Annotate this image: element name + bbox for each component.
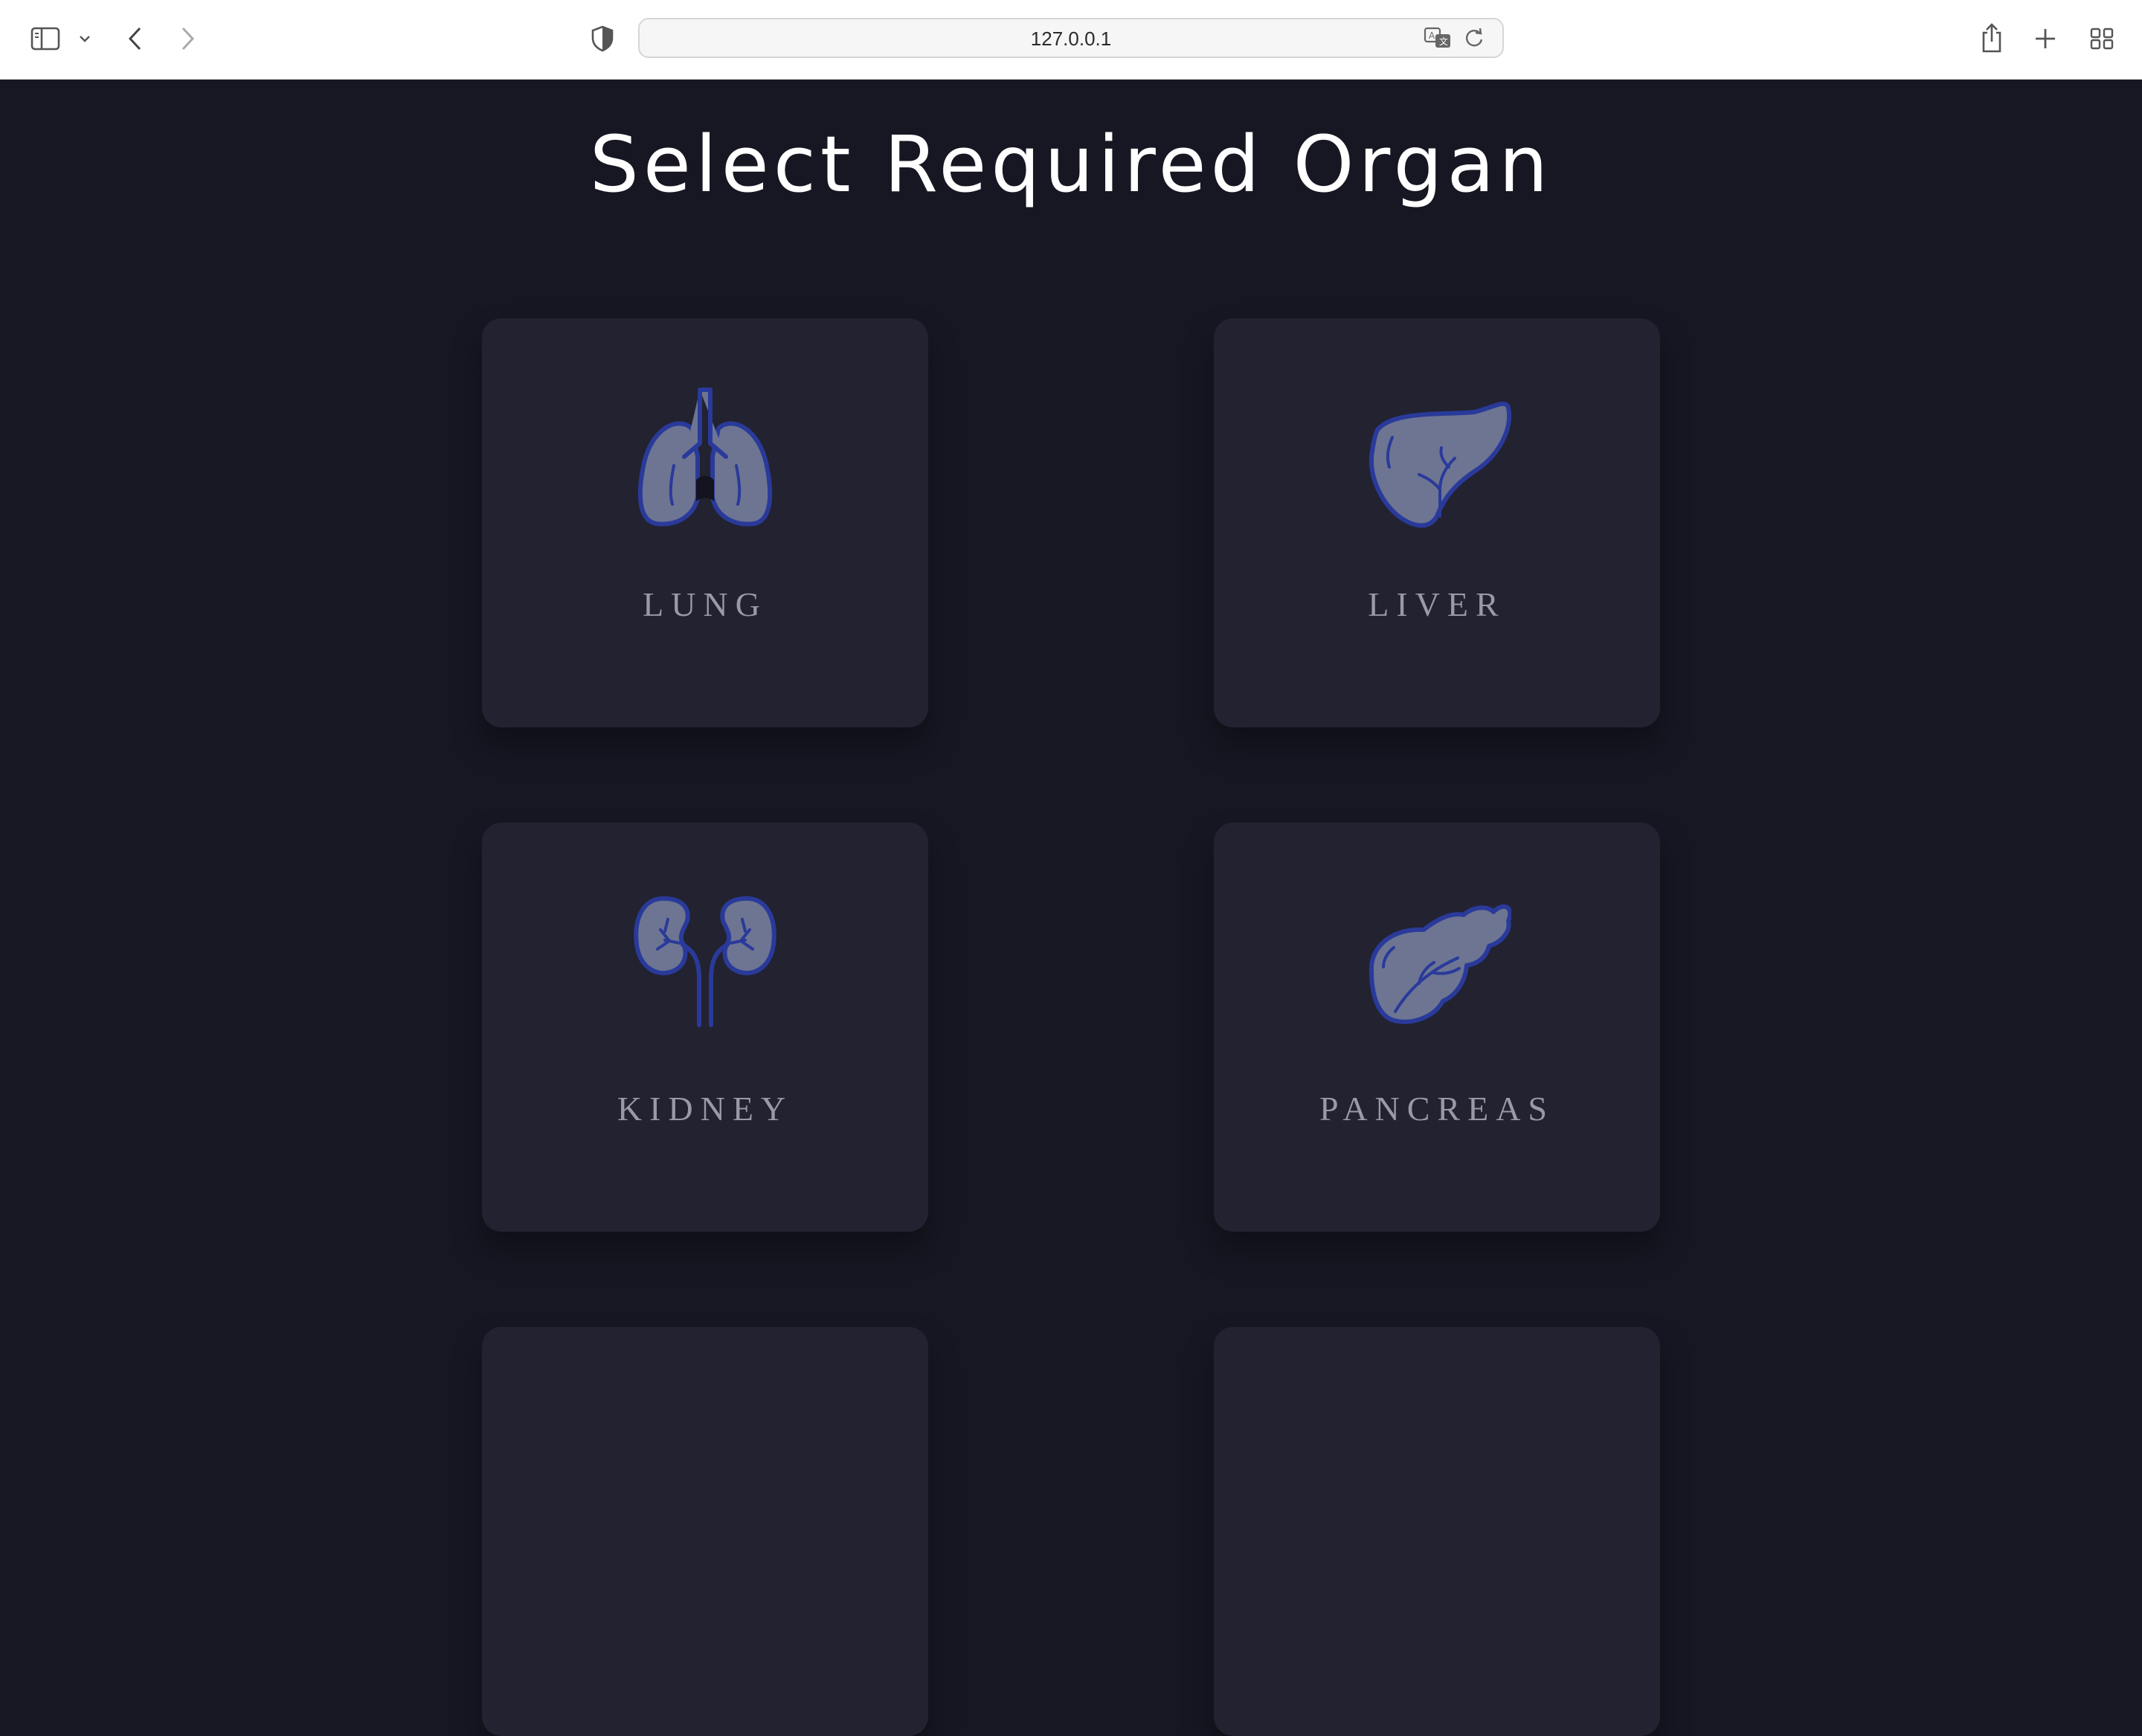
organ-card-liver[interactable]: LIVER [1214,318,1660,727]
organ-card-partial[interactable] [482,1327,928,1736]
organ-card-kidney[interactable]: KIDNEY [482,823,928,1232]
organ-grid: LUNG LIVER KIDNEY PANCREAS [0,0,2142,1736]
lungs-icon [637,388,773,527]
organ-card-lung[interactable]: LUNG [482,318,928,727]
organ-label-liver: LIVER [1368,585,1506,623]
kidneys-icon [634,896,776,1027]
liver-icon [1368,402,1511,528]
organ-label-kidney: KIDNEY [617,1090,794,1128]
organ-label-pancreas: PANCREAS [1319,1090,1555,1128]
organ-label-lung: LUNG [643,585,768,623]
organ-card-partial[interactable] [1214,1327,1660,1736]
organ-card-pancreas[interactable]: PANCREAS [1214,823,1660,1232]
pancreas-icon [1368,904,1511,1024]
